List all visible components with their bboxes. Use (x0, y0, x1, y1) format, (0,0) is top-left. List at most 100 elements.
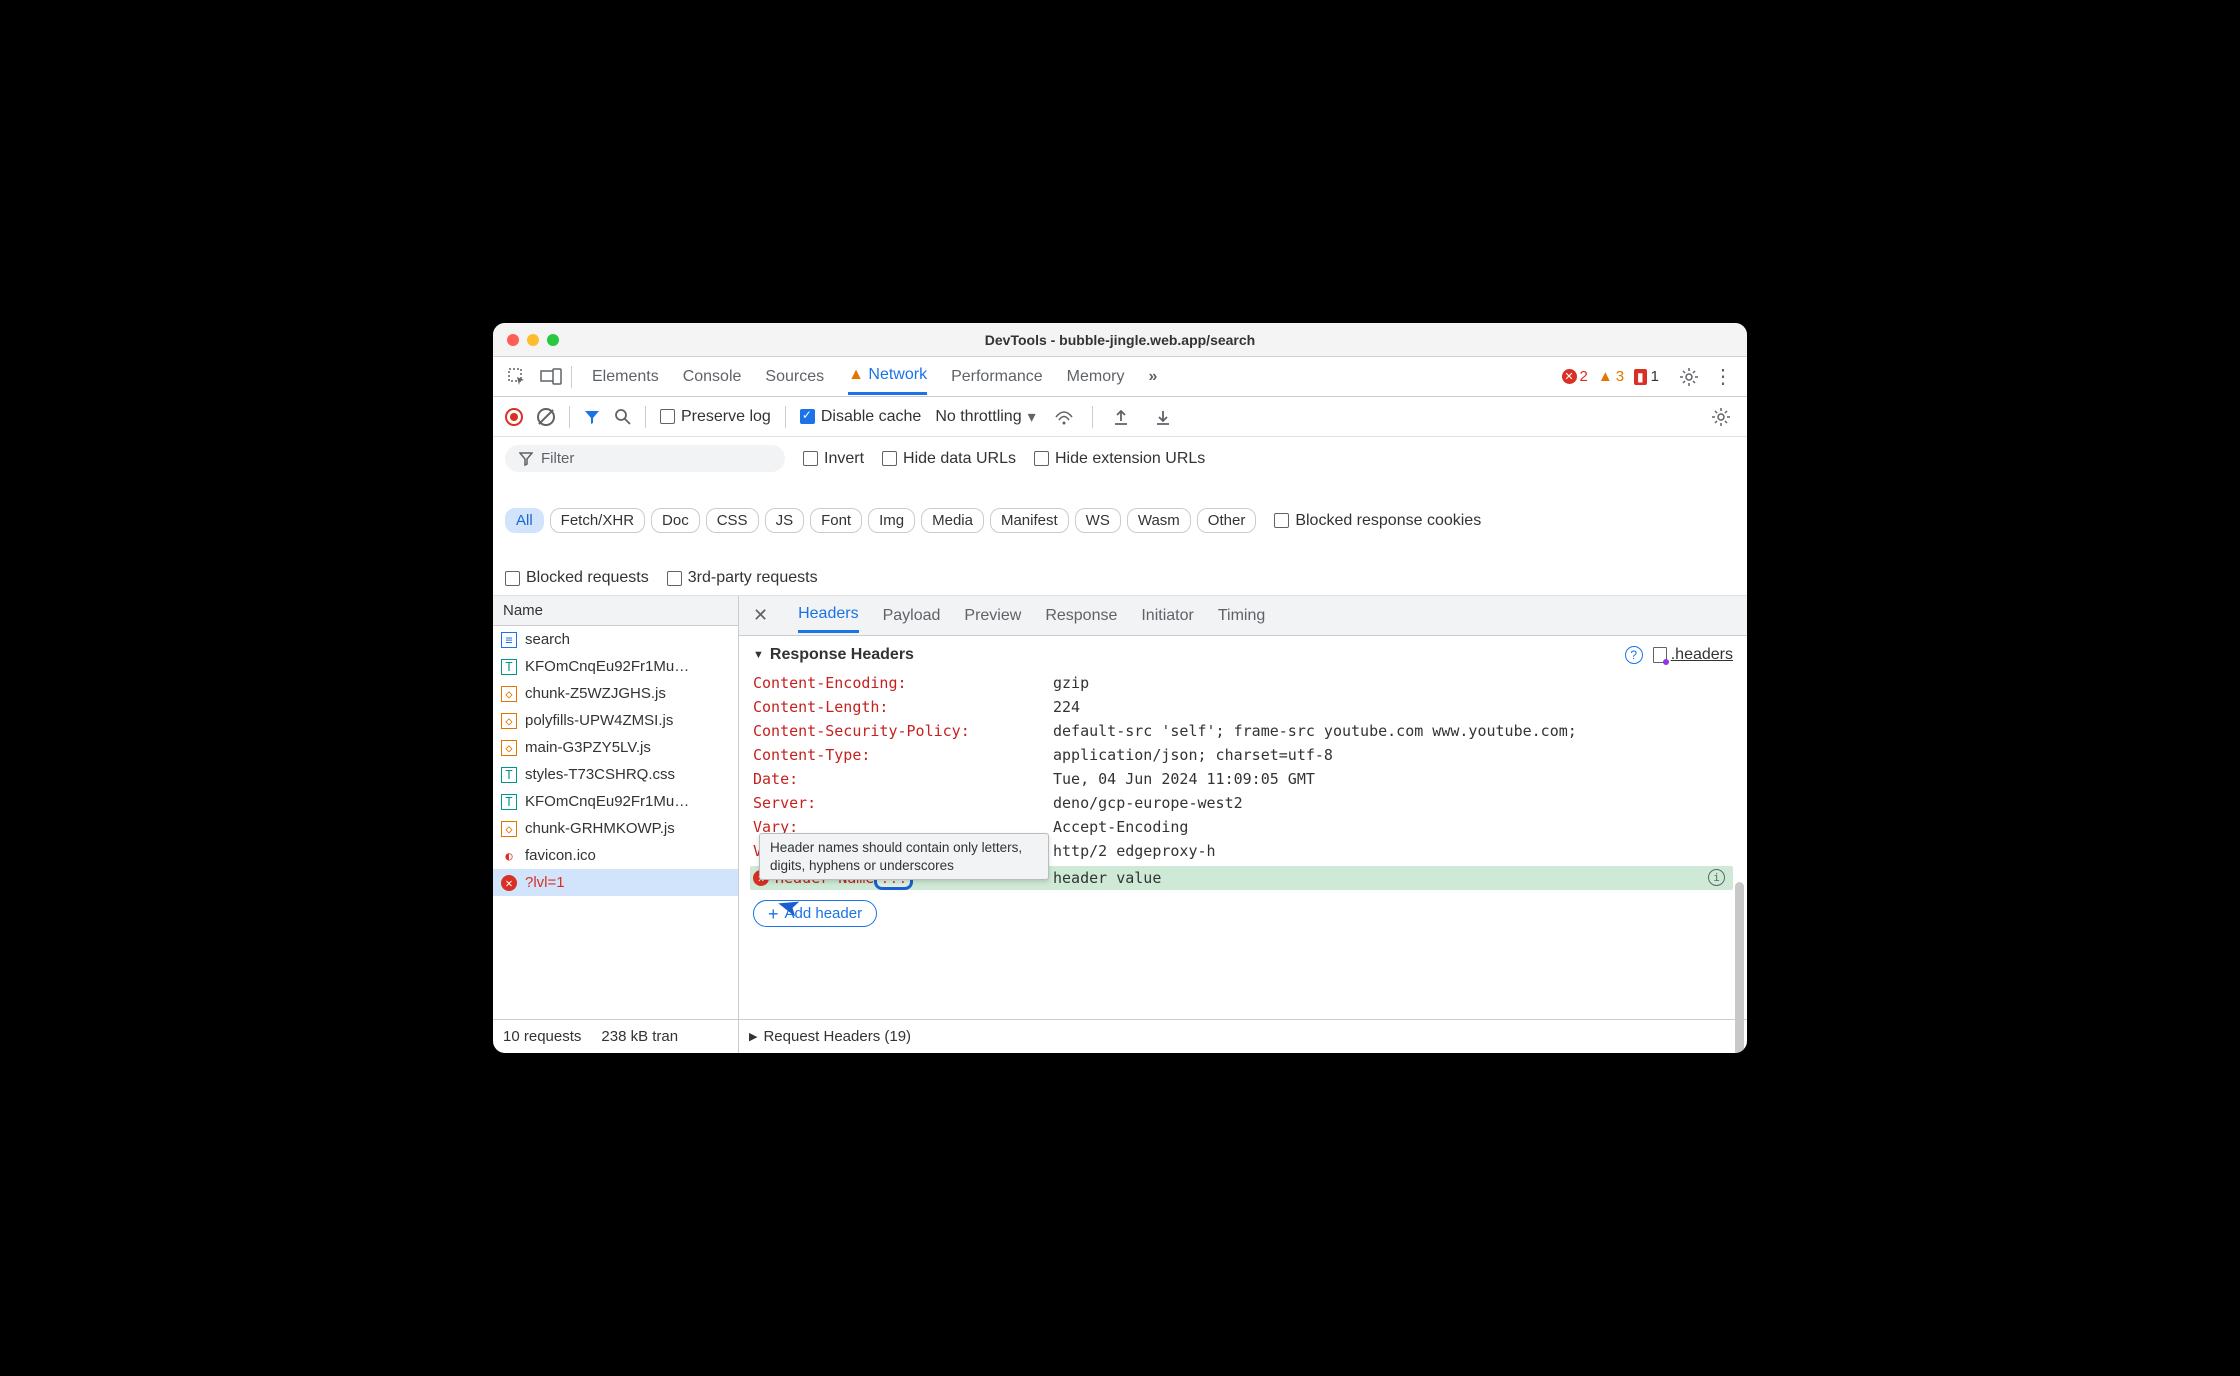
chip-font[interactable]: Font (810, 508, 862, 533)
request-row[interactable]: ◇chunk-GRHMKOWP.js (493, 815, 738, 842)
dtab-response[interactable]: Response (1045, 600, 1117, 632)
chip-wasm[interactable]: Wasm (1127, 508, 1191, 533)
editable-header-value[interactable]: header valuei (1053, 869, 1733, 887)
blocked-cookies-checkbox[interactable]: Blocked response cookies (1274, 512, 1481, 530)
request-row[interactable]: TKFOmCnqEu92Fr1Mu… (493, 788, 738, 815)
close-details-icon[interactable]: ✕ (753, 605, 768, 626)
request-name: KFOmCnqEu92Fr1Mu… (525, 793, 689, 810)
issues-badge[interactable]: ▮1 (1634, 368, 1659, 385)
request-list: ≡searchTKFOmCnqEu92Fr1Mu…◇chunk-Z5WZJGHS… (493, 626, 738, 1019)
tab-sources[interactable]: Sources (765, 360, 824, 394)
chip-css[interactable]: CSS (706, 508, 759, 533)
chip-js[interactable]: JS (765, 508, 805, 533)
headers-file-link[interactable]: .headers (1653, 646, 1733, 664)
chip-img[interactable]: Img (868, 508, 915, 533)
blocked-requests-checkbox[interactable]: Blocked requests (505, 569, 649, 587)
more-icon[interactable]: ⋮ (1709, 363, 1737, 391)
chip-ws[interactable]: WS (1075, 508, 1121, 533)
tab-performance[interactable]: Performance (951, 360, 1043, 394)
network-conditions-icon[interactable] (1050, 403, 1078, 431)
request-row[interactable]: ◐favicon.ico (493, 842, 738, 869)
request-row[interactable]: Tstyles-T73CSHRQ.css (493, 761, 738, 788)
header-name: Server: (753, 794, 1053, 812)
request-row[interactable]: ✕?lvl=1 (493, 869, 738, 896)
inspect-icon[interactable] (503, 363, 531, 391)
request-row[interactable]: ◇chunk-Z5WZJGHS.js (493, 680, 738, 707)
validation-tooltip: Header names should contain only letters… (759, 833, 1049, 880)
request-list-pane: Name ≡searchTKFOmCnqEu92Fr1Mu…◇chunk-Z5W… (493, 596, 739, 1019)
column-header-name[interactable]: Name (493, 596, 738, 626)
header-value: Accept-Encoding (1053, 818, 1733, 836)
request-name: search (525, 631, 570, 648)
record-button[interactable] (505, 408, 523, 426)
info-icon[interactable]: i (1708, 869, 1725, 886)
filter-input[interactable]: Filter (505, 445, 785, 472)
chip-doc[interactable]: Doc (651, 508, 700, 533)
checkbox-checked-icon (800, 409, 815, 424)
settings-icon[interactable] (1675, 363, 1703, 391)
filter-icon[interactable] (584, 409, 600, 425)
chip-media[interactable]: Media (921, 508, 984, 533)
panel-tabstrip: Elements Console Sources ▲ Network Perfo… (493, 357, 1747, 397)
request-row[interactable]: ◇polyfills-UPW4ZMSI.js (493, 707, 738, 734)
chip-other[interactable]: Other (1197, 508, 1257, 533)
panel-tabs: Elements Console Sources ▲ Network Perfo… (592, 358, 1155, 395)
request-row[interactable]: TKFOmCnqEu92Fr1Mu… (493, 653, 738, 680)
separator (571, 366, 572, 388)
chip-manifest[interactable]: Manifest (990, 508, 1069, 533)
maximize-window-button[interactable] (547, 334, 559, 346)
dtab-preview[interactable]: Preview (964, 600, 1021, 632)
dtab-initiator[interactable]: Initiator (1141, 600, 1193, 632)
more-tabs-icon[interactable]: » (1148, 360, 1155, 394)
request-row[interactable]: ≡search (493, 626, 738, 653)
upload-har-icon[interactable] (1107, 403, 1135, 431)
help-icon[interactable]: ? (1625, 646, 1643, 664)
throttling-select[interactable]: No throttling ▾ (935, 407, 1035, 427)
third-party-checkbox[interactable]: 3rd-party requests (667, 569, 818, 587)
network-settings-icon[interactable] (1707, 403, 1735, 431)
disable-cache-checkbox[interactable]: Disable cache (800, 408, 922, 426)
header-name: Content-Type: (753, 746, 1053, 764)
tab-elements[interactable]: Elements (592, 360, 659, 394)
tab-network[interactable]: ▲ Network (848, 358, 927, 395)
window-title: DevTools - bubble-jingle.web.app/search (493, 332, 1747, 348)
dtab-headers[interactable]: Headers (798, 598, 858, 633)
dtab-payload[interactable]: Payload (883, 600, 941, 632)
network-toolbar: Preserve log Disable cache No throttling… (493, 397, 1747, 437)
search-icon[interactable] (614, 408, 631, 425)
tab-console[interactable]: Console (683, 360, 742, 394)
close-window-button[interactable] (507, 334, 519, 346)
invert-checkbox[interactable]: Invert (803, 450, 864, 468)
chevron-down-icon: ▾ (1028, 407, 1036, 427)
request-headers-section[interactable]: ▶ Request Headers (19) (739, 1028, 921, 1045)
download-har-icon[interactable] (1149, 403, 1177, 431)
response-headers-section[interactable]: ▼ Response Headers ? .headers (753, 646, 1733, 664)
add-header-button[interactable]: + Add header (753, 900, 877, 927)
request-row[interactable]: ◇main-G3PZY5LV.js (493, 734, 738, 761)
chip-all[interactable]: All (505, 508, 544, 533)
request-name: styles-T73CSHRQ.css (525, 766, 675, 783)
chip-fetch[interactable]: Fetch/XHR (550, 508, 645, 533)
preserve-log-checkbox[interactable]: Preserve log (660, 408, 771, 426)
tab-memory[interactable]: Memory (1067, 360, 1125, 394)
request-name: main-G3PZY5LV.js (525, 739, 651, 756)
minimize-window-button[interactable] (527, 334, 539, 346)
status-left: 10 requests 238 kB tran (493, 1020, 739, 1053)
funnel-icon (519, 452, 533, 466)
hide-ext-urls-checkbox[interactable]: Hide extension URLs (1034, 450, 1205, 468)
request-name: chunk-GRHMKOWP.js (525, 820, 675, 837)
device-mode-icon[interactable] (537, 363, 565, 391)
detail-tabs: ✕ Headers Payload Preview Response Initi… (739, 596, 1747, 636)
type-filter-chips: All Fetch/XHR Doc CSS JS Font Img Media … (505, 508, 1256, 533)
request-name: favicon.ico (525, 847, 596, 864)
scrollbar[interactable] (1735, 882, 1744, 1053)
warning-badge[interactable]: ▲ 3 (1598, 368, 1624, 385)
dtab-timing[interactable]: Timing (1218, 600, 1265, 632)
error-badge[interactable]: ✕2 (1562, 368, 1588, 385)
request-name: KFOmCnqEu92Fr1Mu… (525, 658, 689, 675)
hide-data-urls-checkbox[interactable]: Hide data URLs (882, 450, 1016, 468)
split-view: Name ≡searchTKFOmCnqEu92Fr1Mu…◇chunk-Z5W… (493, 596, 1747, 1019)
filter-bar: Filter Invert Hide data URLs Hide extens… (493, 437, 1747, 596)
clear-button[interactable] (537, 408, 555, 426)
header-name: Content-Encoding: (753, 674, 1053, 692)
